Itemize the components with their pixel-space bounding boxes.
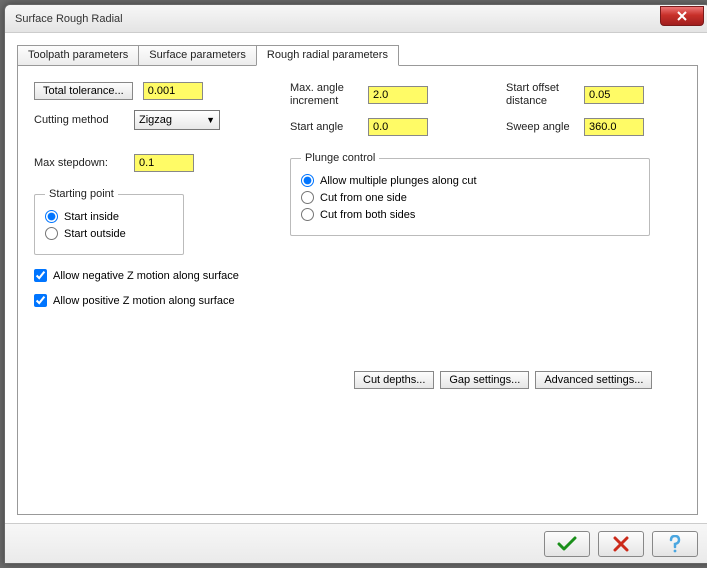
allow-neg-z-input[interactable] xyxy=(34,269,47,282)
help-button[interactable] xyxy=(652,531,698,557)
start-outside-input[interactable] xyxy=(45,227,58,240)
plunge-oneside-input[interactable] xyxy=(301,191,314,204)
starting-point-group: Starting point Start inside Start outsid… xyxy=(34,188,184,255)
check-icon xyxy=(557,536,577,552)
plunge-oneside-label: Cut from one side xyxy=(320,192,407,204)
window-title: Surface Rough Radial xyxy=(15,13,660,25)
plunge-multiple-input[interactable] xyxy=(301,174,314,187)
sweep-angle-input[interactable] xyxy=(584,118,644,136)
sweep-angle-label: Sweep angle xyxy=(506,121,576,134)
start-inside-input[interactable] xyxy=(45,210,58,223)
start-offset-label: Start offset distance xyxy=(506,82,576,108)
footer-buttons: Cut depths... Gap settings... Advanced s… xyxy=(354,371,681,389)
cut-depths-button[interactable]: Cut depths... xyxy=(354,371,434,389)
advanced-settings-button[interactable]: Advanced settings... xyxy=(535,371,652,389)
plunge-bothsides-label: Cut from both sides xyxy=(320,209,415,221)
start-outside-label: Start outside xyxy=(64,228,126,240)
start-inside-label: Start inside xyxy=(64,211,119,223)
cutting-method-label: Cutting method xyxy=(34,114,124,126)
dialog-window: Surface Rough Radial Toolpath parameters… xyxy=(4,4,707,564)
max-stepdown-label: Max stepdown: xyxy=(34,157,124,169)
allow-neg-z-label: Allow negative Z motion along surface xyxy=(53,270,239,282)
plunge-legend: Plunge control xyxy=(301,152,379,164)
plunge-bothsides-input[interactable] xyxy=(301,208,314,221)
allow-pos-z-label: Allow positive Z motion along surface xyxy=(53,295,235,307)
tab-body: Total tolerance... Cutting method Zigzag… xyxy=(17,65,698,515)
total-tolerance-button[interactable]: Total tolerance... xyxy=(34,82,133,100)
cutting-method-select[interactable]: Zigzag ▼ xyxy=(134,110,220,130)
tab-strip: Toolpath parameters Surface parameters R… xyxy=(17,41,698,65)
close-icon xyxy=(676,11,688,21)
client-area: Toolpath parameters Surface parameters R… xyxy=(5,33,707,523)
gap-settings-button[interactable]: Gap settings... xyxy=(440,371,529,389)
tab-toolpath-parameters[interactable]: Toolpath parameters xyxy=(17,45,139,65)
start-angle-input[interactable] xyxy=(368,118,428,136)
bottom-bar xyxy=(5,523,707,563)
start-angle-label: Start angle xyxy=(290,121,360,134)
max-angle-label: Max. angle increment xyxy=(290,82,360,108)
chevron-down-icon: ▼ xyxy=(206,115,215,125)
cancel-button[interactable] xyxy=(598,531,644,557)
start-offset-input[interactable] xyxy=(584,86,644,104)
allow-pos-z-check[interactable]: Allow positive Z motion along surface xyxy=(34,294,274,307)
max-angle-input[interactable] xyxy=(368,86,428,104)
starting-point-legend: Starting point xyxy=(45,188,118,200)
cutting-method-value: Zigzag xyxy=(139,114,172,126)
tab-rough-radial-parameters[interactable]: Rough radial parameters xyxy=(256,45,399,66)
allow-neg-z-check[interactable]: Allow negative Z motion along surface xyxy=(34,269,274,282)
ok-button[interactable] xyxy=(544,531,590,557)
question-icon xyxy=(668,535,682,553)
tab-surface-parameters[interactable]: Surface parameters xyxy=(138,45,257,65)
titlebar: Surface Rough Radial xyxy=(5,5,707,33)
plunge-multiple-label: Allow multiple plunges along cut xyxy=(320,175,477,187)
allow-pos-z-input[interactable] xyxy=(34,294,47,307)
total-tolerance-input[interactable] xyxy=(143,82,203,100)
start-outside-radio[interactable]: Start outside xyxy=(45,227,173,240)
max-stepdown-input[interactable] xyxy=(134,154,194,172)
start-inside-radio[interactable]: Start inside xyxy=(45,210,173,223)
x-icon xyxy=(613,536,629,552)
close-button[interactable] xyxy=(660,6,704,26)
